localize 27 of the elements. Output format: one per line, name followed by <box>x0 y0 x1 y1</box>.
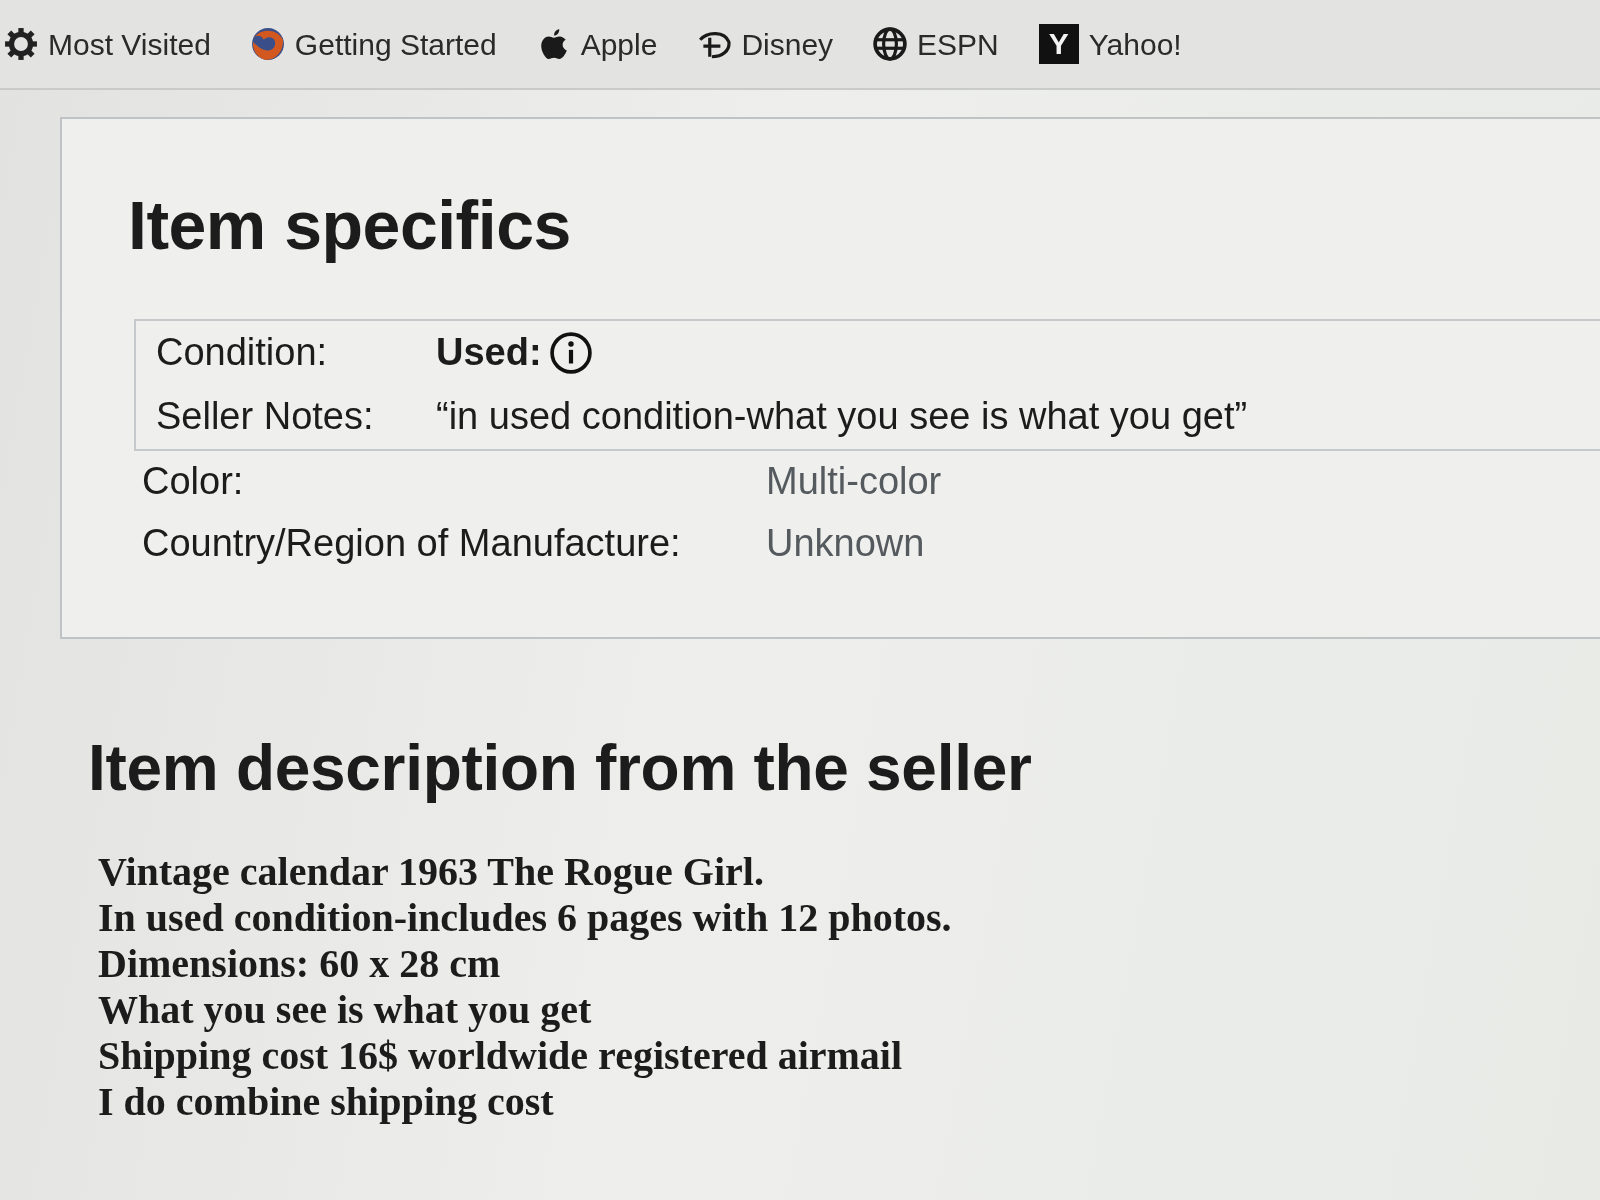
field-label: Condition: <box>156 330 329 376</box>
field-value: “in used condition-what you see is what you get” <box>436 394 1248 440</box>
gear-icon <box>4 27 38 61</box>
browser-logo-icon <box>250 27 285 61</box>
description-line: Vintage calendar 1963 The Rogue Girl. <box>98 849 765 896</box>
description-line: In used condition-includes 6 pages with 12 photos. <box>98 895 953 942</box>
description-line: What you see is what you get <box>98 987 593 1034</box>
letter-tile-icon: Y <box>1038 24 1079 64</box>
section-heading: Item description from the seller <box>88 730 1033 806</box>
field-label: Seller Notes: <box>156 394 375 440</box>
section-heading: Item specifics <box>128 186 572 265</box>
bookmark-link[interactable]: Getting Started <box>250 21 497 67</box>
field-value: Used: <box>436 330 542 376</box>
field-label: Color: <box>142 459 245 505</box>
description-line: Shipping cost 16$ worldwide registered airmail <box>98 1033 904 1080</box>
field-value: Multi-color <box>766 459 942 505</box>
field-value: Unknown <box>766 521 925 567</box>
bookmark-link[interactable]: Apple <box>536 21 658 67</box>
bookmark-link[interactable]: Disney <box>697 21 834 67</box>
info-icon[interactable] <box>549 331 592 374</box>
bookmark-link[interactable]: Y Yahoo! <box>1038 21 1182 67</box>
description-line: I do combine shipping cost <box>98 1079 555 1126</box>
bookmark-link[interactable]: Most Visited <box>4 21 211 67</box>
description-line: Dimensions: 60 x 28 cm <box>98 941 502 988</box>
field-label: Country/Region of Manufacture: <box>142 521 682 567</box>
globe-icon <box>873 27 908 61</box>
bookmark-link[interactable]: ESPN <box>873 21 999 67</box>
